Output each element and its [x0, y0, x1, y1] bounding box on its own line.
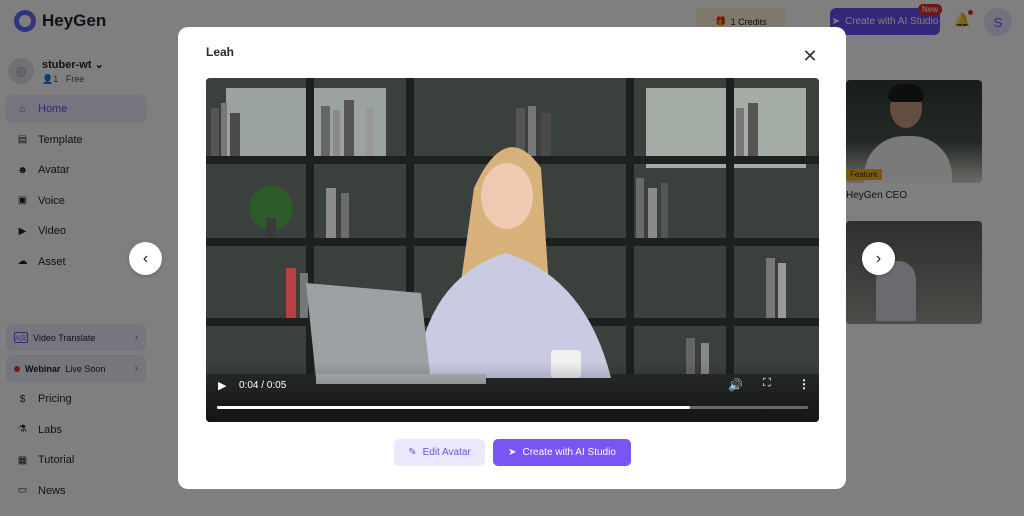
video-time: 0:04 / 0:05	[239, 380, 287, 391]
cursor-icon: ➤	[508, 447, 517, 458]
chevron-left-icon: ‹	[142, 249, 149, 267]
create-with-ai-studio-label: Create with AI Studio	[522, 447, 616, 458]
next-button[interactable]: ›	[862, 242, 895, 275]
chevron-right-icon: ›	[875, 249, 882, 267]
video-player[interactable]: ▶ 0:04 / 0:05 🔊 ⛶ ⋮	[206, 78, 819, 422]
edit-avatar-label: Edit Avatar	[422, 447, 471, 458]
video-progress-bar[interactable]	[217, 406, 808, 409]
close-icon[interactable]: ✕	[800, 47, 820, 67]
avatar-preview-modal: Leah ✕ ▶ 0:04 / 0:05 🔊 ⛶ ⋮ ✎ Edit Avatar…	[178, 27, 846, 489]
volume-icon[interactable]: 🔊	[728, 378, 743, 392]
edit-icon: ✎	[408, 447, 417, 458]
create-with-ai-studio-button[interactable]: ➤ Create with AI Studio	[493, 439, 631, 466]
play-icon[interactable]: ▶	[218, 379, 226, 392]
previous-button[interactable]: ‹	[129, 242, 162, 275]
modal-title: Leah	[206, 45, 235, 59]
fullscreen-icon[interactable]: ⛶	[763, 377, 775, 389]
more-options-icon[interactable]: ⋮	[798, 377, 810, 391]
video-controls: ▶ 0:04 / 0:05 🔊 ⛶ ⋮	[206, 362, 819, 422]
edit-avatar-button[interactable]: ✎ Edit Avatar	[394, 439, 485, 466]
video-progress-fill	[217, 406, 690, 409]
